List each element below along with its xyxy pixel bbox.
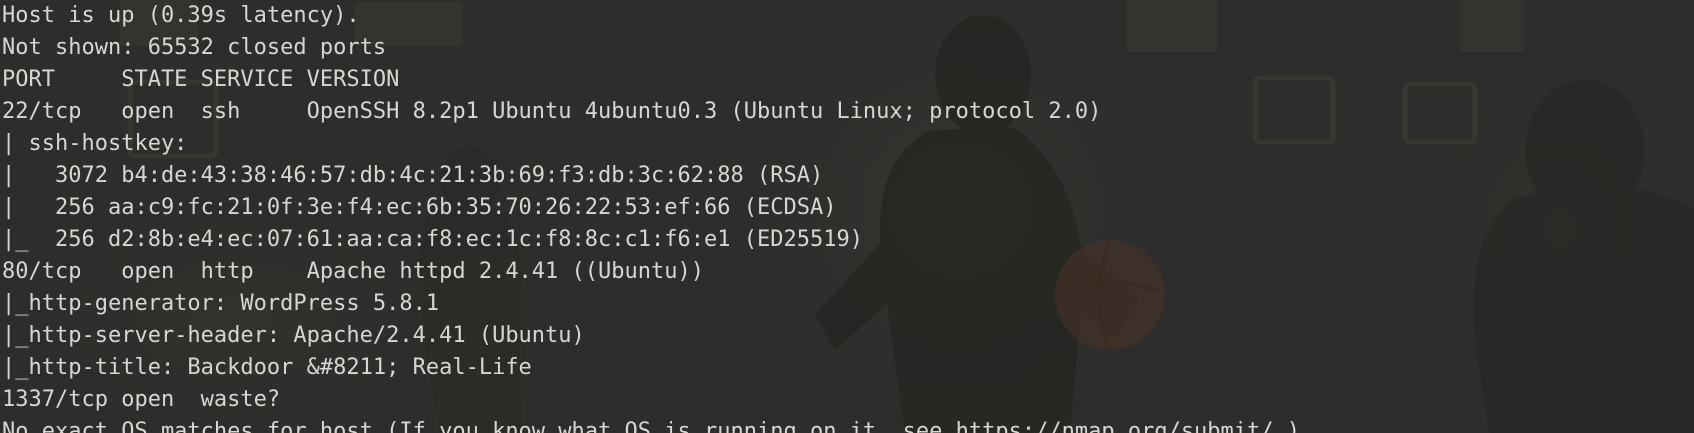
- terminal-line-os-match: No exact OS matches for host (If you kno…: [2, 419, 1314, 433]
- terminal-line-ecdsa-key: | 256 aa:c9:fc:21:0f:3e:f4:ec:6b:35:70:2…: [2, 195, 837, 220]
- terminal-line-not-shown: Not shown: 65532 closed ports: [2, 35, 387, 60]
- terminal-line-http-generator: |_http-generator: WordPress 5.8.1: [2, 291, 440, 316]
- terminal-line-ed25519-key: |_ 256 d2:8b:e4:ec:07:61:aa:ca:f8:ec:1c:…: [2, 227, 863, 252]
- terminal-line-rsa-key: | 3072 b4:de:43:38:46:57:db:4c:21:3b:69:…: [2, 163, 824, 188]
- terminal-line-ssh-hostkey: | ssh-hostkey:: [2, 131, 188, 156]
- terminal-line-http-server-header: |_http-server-header: Apache/2.4.41 (Ubu…: [2, 323, 585, 348]
- terminal-line-port-22: 22/tcp open ssh OpenSSH 8.2p1 Ubuntu 4ub…: [2, 99, 1102, 124]
- terminal-window[interactable]: Host is up (0.39s latency). Not shown: 65…: [0, 0, 1694, 433]
- terminal-line-port-80: 80/tcp open http Apache httpd 2.4.41 ((U…: [2, 259, 704, 284]
- terminal-line-table-header: PORT STATE SERVICE VERSION: [2, 67, 400, 92]
- terminal-line-http-title: |_http-title: Backdoor &#8211; Real-Life: [2, 355, 532, 380]
- terminal-line-port-1337: 1337/tcp open waste?: [2, 387, 281, 412]
- terminal-output[interactable]: Host is up (0.39s latency). Not shown: 65…: [2, 0, 1692, 433]
- terminal-line-host-status: Host is up (0.39s latency).: [2, 3, 360, 28]
